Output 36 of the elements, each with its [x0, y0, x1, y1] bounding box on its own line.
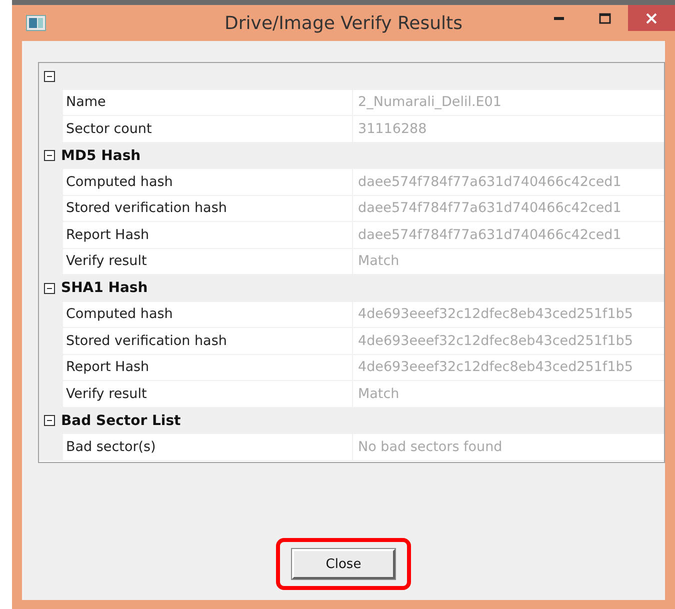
close-button[interactable]: Close	[292, 549, 395, 579]
property-value: 4de693eeef32c12dfec8eb43ced251f1b5	[357, 358, 634, 378]
property-value: 2_Numarali_Delil.E01	[357, 93, 502, 112]
group-title: SHA1 Hash	[61, 280, 148, 296]
close-window-button[interactable]	[628, 5, 675, 31]
property-value: 4de693eeef32c12dfec8eb43ced251f1b5	[357, 332, 634, 351]
property-name: Verify result	[63, 381, 353, 406]
group-title: Bad Sector List	[61, 412, 181, 429]
property-value: No bad sectors found	[357, 438, 504, 457]
property-value: Match	[357, 252, 400, 272]
property-value: daee574f784f77a631d740466c42ced1	[357, 172, 622, 192]
property-value: 4de693eeef32c12dfec8eb43ced251f1b5	[357, 305, 634, 324]
property-name: Stored verification hash	[63, 328, 353, 354]
property-name: Computed hash	[63, 169, 353, 194]
property-name: Verify result	[63, 248, 353, 274]
collapse-icon[interactable]	[44, 150, 55, 162]
property-name: Sector count	[63, 116, 353, 142]
property-name: Stored verification hash	[63, 196, 353, 221]
property-name: Report Hash	[63, 354, 353, 380]
window-title: Drive/Image Verify Results	[224, 12, 464, 34]
property-value: daee574f784f77a631d740466c42ced1	[357, 199, 622, 218]
app-icon	[26, 15, 46, 31]
minimize-icon	[554, 16, 564, 20]
property-name: Bad sector(s)	[63, 434, 353, 460]
collapse-icon[interactable]	[44, 282, 55, 294]
collapse-icon[interactable]	[44, 415, 55, 426]
property-value: daee574f784f77a631d740466c42ced1	[357, 226, 622, 245]
maximize-icon	[599, 12, 611, 24]
property-value: Match	[357, 384, 400, 404]
group-title: MD5 Hash	[61, 148, 141, 164]
property-name: Name	[63, 90, 353, 115]
property-name: Computed hash	[63, 302, 353, 327]
close-icon	[646, 12, 657, 24]
collapse-icon[interactable]	[44, 70, 55, 82]
property-value: 31116288	[357, 120, 428, 139]
property-name: Report Hash	[63, 222, 353, 248]
